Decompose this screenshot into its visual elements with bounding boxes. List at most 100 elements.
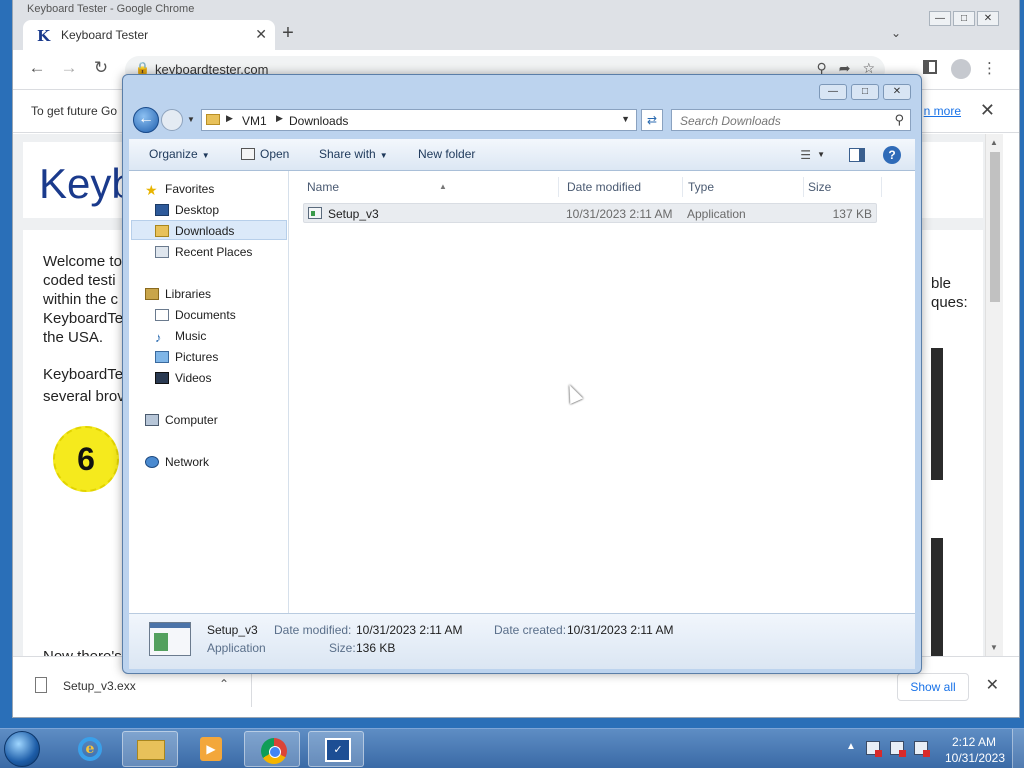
- details-name: Setup_v3: [207, 623, 258, 637]
- show-desktop-button[interactable]: [1012, 729, 1024, 768]
- caret-down-icon: ▼: [379, 151, 388, 160]
- views-icon[interactable]: ☰: [800, 148, 811, 162]
- window-title: Keyboard Tester - Google Chrome: [27, 3, 195, 15]
- file-icon: [35, 677, 47, 693]
- network-icon: [145, 456, 159, 468]
- open-button[interactable]: Open: [241, 147, 289, 161]
- nav-libraries[interactable]: Libraries: [145, 284, 211, 304]
- nav-pictures[interactable]: Pictures: [155, 347, 218, 367]
- learn-more-link[interactable]: n more: [924, 104, 961, 118]
- close-window-button[interactable]: ✕: [977, 11, 999, 26]
- explorer-maximize-button[interactable]: □: [851, 84, 879, 100]
- taskbar-chrome[interactable]: [244, 731, 300, 767]
- organize-button[interactable]: Organize ▼: [149, 147, 210, 161]
- media-player-icon: ▶: [200, 737, 222, 761]
- breadcrumb-vm1[interactable]: VM1: [242, 114, 267, 128]
- downloads-close-icon[interactable]: ✕: [986, 675, 999, 695]
- info-bar-text: To get future Go: [31, 104, 118, 118]
- command-bar: Organize ▼ Open Share with ▼ New folder ☰ …: [129, 139, 915, 171]
- forward-arrow-icon[interactable]: [161, 109, 183, 131]
- file-row[interactable]: Setup_v3 10/31/2023 2:11 AM Application …: [303, 203, 877, 223]
- column-header-date-modified[interactable]: Date modified: [563, 177, 683, 197]
- nav-downloads[interactable]: Downloads: [131, 220, 287, 240]
- nav-favorites[interactable]: ★ Favorites: [145, 179, 214, 199]
- forward-button[interactable]: →: [57, 58, 81, 78]
- maximize-button[interactable]: □: [953, 11, 975, 26]
- clock-time[interactable]: 2:12 AM: [948, 735, 1000, 749]
- scroll-down-icon[interactable]: ▼: [990, 643, 998, 652]
- side-panel-icon[interactable]: [923, 60, 937, 74]
- application-large-icon: [149, 622, 191, 656]
- window-controls: — □ ✕: [929, 11, 999, 26]
- preview-pane-icon[interactable]: [849, 148, 865, 162]
- nav-music[interactable]: ♪ Music: [155, 326, 206, 346]
- info-bar-close-icon[interactable]: ✕: [980, 100, 995, 121]
- start-button[interactable]: [4, 731, 40, 767]
- page-scrollbar[interactable]: ▲ ▼: [985, 134, 1003, 656]
- address-dropdown-icon[interactable]: ▼: [621, 114, 630, 124]
- reload-button[interactable]: ↻: [89, 58, 113, 78]
- new-tab-button[interactable]: +: [275, 22, 301, 45]
- explorer-minimize-button[interactable]: —: [819, 84, 847, 100]
- network-status-icon[interactable]: [890, 741, 906, 757]
- share-with-button[interactable]: Share with ▼: [319, 147, 388, 161]
- file-name: Setup_v3: [328, 207, 379, 221]
- scroll-up-icon[interactable]: ▲: [990, 138, 998, 147]
- lock-icon[interactable]: 🔒: [135, 61, 150, 75]
- nav-recent-places[interactable]: Recent Places: [155, 242, 252, 262]
- bottom-paragraph: Now there's: [43, 648, 122, 656]
- documents-icon: [155, 309, 169, 321]
- help-icon[interactable]: ?: [883, 146, 901, 164]
- info-paragraph: KeyboardTe several brov: [43, 366, 125, 405]
- volume-muted-icon[interactable]: [914, 741, 930, 757]
- back-button[interactable]: ←: [25, 58, 49, 78]
- views-dropdown-icon[interactable]: ▼: [817, 150, 825, 159]
- refresh-icon[interactable]: ⇄: [641, 109, 663, 131]
- profile-avatar[interactable]: [951, 59, 971, 79]
- search-input[interactable]: Search Downloads ⚲: [671, 109, 911, 131]
- nav-desktop[interactable]: Desktop: [155, 200, 219, 220]
- column-header-name[interactable]: Name ▲: [303, 177, 559, 197]
- column-header-type[interactable]: Type: [684, 177, 804, 197]
- scroll-thumb[interactable]: [990, 152, 1000, 302]
- chevron-up-icon[interactable]: ⌃: [219, 677, 229, 691]
- show-hidden-icons-icon[interactable]: ▲: [846, 741, 856, 752]
- column-header-size[interactable]: Size: [804, 177, 882, 197]
- breadcrumb-downloads[interactable]: Downloads: [289, 114, 348, 128]
- tab-search-chevron-icon[interactable]: ⌄: [891, 26, 901, 40]
- videos-icon: [155, 372, 169, 384]
- file-type: Application: [687, 207, 746, 221]
- explorer-close-button[interactable]: ✕: [883, 84, 911, 100]
- favicon-icon: K: [37, 27, 51, 45]
- taskbar-internet-explorer[interactable]: e: [60, 731, 116, 767]
- menu-kebab-icon[interactable]: ⋮: [982, 59, 997, 77]
- clock-date[interactable]: 10/31/2023: [940, 751, 1010, 765]
- divider: [251, 671, 252, 707]
- tab-close-icon[interactable]: ✕: [255, 26, 267, 43]
- nav-videos[interactable]: Videos: [155, 368, 211, 388]
- search-placeholder[interactable]: Search Downloads: [680, 114, 781, 128]
- new-folder-button[interactable]: New folder: [418, 147, 475, 161]
- taskbar-setup-app[interactable]: ✓: [308, 731, 364, 767]
- taskbar-windows-explorer[interactable]: [122, 731, 178, 767]
- search-icon[interactable]: ⚲: [894, 112, 904, 128]
- breadcrumb-separator-icon[interactable]: ▶: [226, 113, 233, 124]
- nav-documents[interactable]: Documents: [155, 305, 236, 325]
- tab-keyboard-tester[interactable]: K Keyboard Tester ✕: [23, 20, 275, 50]
- details-date-created: 10/31/2023 2:11 AM: [567, 623, 674, 637]
- explorer-address-bar[interactable]: ▶ VM1 ▶ Downloads ▼: [201, 109, 637, 131]
- nav-computer[interactable]: Computer: [145, 410, 218, 430]
- show-all-button[interactable]: Show all: [897, 673, 969, 701]
- minimize-button[interactable]: —: [929, 11, 951, 26]
- file-date-modified: 10/31/2023 2:11 AM: [566, 207, 673, 221]
- download-filename[interactable]: Setup_v3.exx: [63, 679, 136, 693]
- right-paragraph-fragment: ble ques:: [931, 275, 968, 311]
- breadcrumb-separator-icon[interactable]: ▶: [276, 113, 283, 124]
- action-center-icon[interactable]: [866, 741, 882, 757]
- chrome-icon: [261, 738, 287, 764]
- taskbar-media-player[interactable]: ▶: [182, 731, 238, 767]
- nav-network[interactable]: Network: [145, 452, 209, 472]
- recent-pages-chevron-icon[interactable]: ▼: [187, 115, 195, 124]
- site-logo[interactable]: Keyb: [39, 160, 135, 208]
- back-arrow-icon[interactable]: ←: [133, 107, 159, 133]
